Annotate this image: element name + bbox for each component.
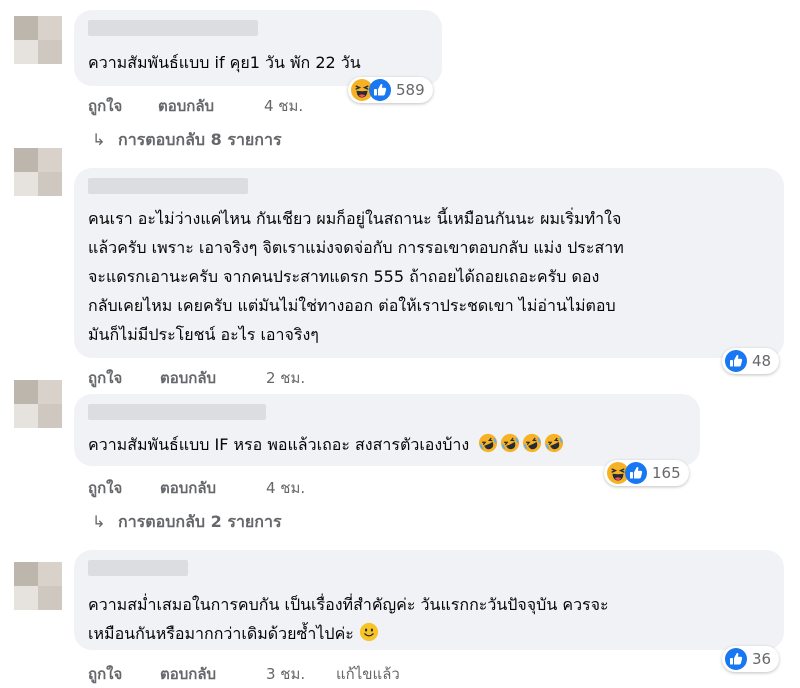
comment-bubble: คนเรา อะไม่ว่างแค่ไหน กันเชียว ผมก็อยู่ใ…	[74, 168, 784, 358]
commenter-name-redacted[interactable]	[88, 404, 266, 420]
commenter-name-redacted[interactable]	[88, 20, 258, 36]
timestamp[interactable]: 4 ชม.	[266, 476, 305, 500]
like-icon	[369, 79, 391, 101]
view-replies-link[interactable]: ↳ การตอบกลับ 8 รายการ	[92, 128, 282, 153]
commenter-name-redacted[interactable]	[88, 178, 248, 194]
edited-label[interactable]: แก้ไขแล้ว	[336, 662, 400, 686]
like-button[interactable]: ถูกใจ	[88, 94, 122, 118]
like-icon	[725, 648, 747, 670]
reaction-count: 165	[652, 464, 681, 482]
comment-text: ความสัมพันธ์แบบ if คุย1 วัน พัก 22 วัน	[88, 53, 361, 72]
avatar[interactable]	[14, 562, 62, 610]
reply-button[interactable]: ตอบกลับ	[158, 94, 214, 118]
like-button[interactable]: ถูกใจ	[88, 662, 122, 686]
like-icon	[625, 462, 647, 484]
replies-label: การตอบกลับ 2 รายการ	[118, 512, 282, 531]
like-icon	[725, 350, 747, 372]
commenter-name-redacted[interactable]	[88, 560, 188, 576]
avatar[interactable]	[14, 16, 62, 64]
smile-emoji	[359, 622, 379, 651]
timestamp[interactable]: 4 ชม.	[264, 94, 303, 118]
like-button[interactable]: ถูกใจ	[88, 476, 122, 500]
avatar[interactable]	[14, 148, 62, 196]
avatar[interactable]	[14, 380, 62, 428]
comment-text: คนเรา อะไม่ว่างแค่ไหน กันเชียว ผมก็อยู่ใ…	[88, 209, 624, 344]
reply-arrow-icon: ↳	[92, 512, 106, 531]
rofl-emoji	[544, 433, 564, 462]
replies-label: การตอบกลับ 8 รายการ	[118, 130, 282, 149]
rofl-emoji	[522, 433, 542, 462]
comment-bubble: ความสัมพันธ์แบบ IF หรอ พอแล้วเถอะ สงสารต…	[74, 394, 700, 466]
trailing-emojis	[478, 433, 566, 454]
reaction-count: 36	[752, 650, 772, 668]
reaction-count: 48	[752, 352, 772, 370]
like-button[interactable]: ถูกใจ	[88, 366, 122, 390]
reaction-count: 589	[396, 81, 425, 99]
comment-bubble: ความสม่ำเสมอในการคบกัน เป็นเรื่องที่สำคั…	[74, 550, 784, 650]
comment-text: ความสม่ำเสมอในการคบกัน เป็นเรื่องที่สำคั…	[88, 590, 609, 651]
timestamp[interactable]: 3 ชม.	[266, 662, 305, 686]
reply-button[interactable]: ตอบกลับ	[160, 366, 216, 390]
reaction-summary[interactable]: 48	[722, 348, 780, 374]
view-replies-link[interactable]: ↳ การตอบกลับ 2 รายการ	[92, 510, 282, 535]
comment-bubble: ความสัมพันธ์แบบ if คุย1 วัน พัก 22 วัน	[74, 10, 442, 86]
reaction-summary[interactable]: 589	[348, 77, 433, 103]
reply-button[interactable]: ตอบกลับ	[160, 476, 216, 500]
comment-text: ความสัมพันธ์แบบ IF หรอ พอแล้วเถอะ สงสารต…	[88, 430, 566, 462]
reaction-summary[interactable]: 36	[722, 646, 780, 672]
rofl-emoji	[478, 433, 498, 462]
rofl-emoji	[500, 433, 520, 462]
timestamp[interactable]: 2 ชม.	[266, 366, 305, 390]
reaction-summary[interactable]: 165	[604, 460, 689, 486]
reply-arrow-icon: ↳	[92, 130, 106, 149]
reply-button[interactable]: ตอบกลับ	[160, 662, 216, 686]
